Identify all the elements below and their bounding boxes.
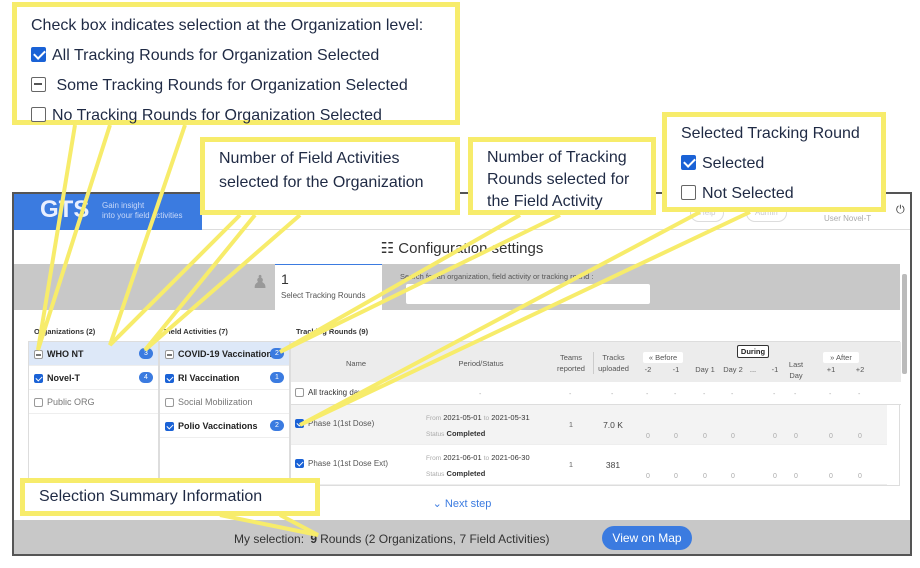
pointer-round-count	[279, 213, 561, 354]
pointer-checkbox	[36, 124, 112, 351]
callout-checkbox-legend: Check box indicates selection at the Org…	[12, 2, 460, 125]
callout-summary: Selection Summary Information	[20, 478, 320, 516]
callout-selected-round: Selected Tracking Round Selected Not Sel…	[662, 112, 886, 212]
callout-round-count: Number of Tracking Rounds selected for t…	[468, 137, 656, 215]
callout-fa-count: Number of Field Activities selected for …	[200, 137, 460, 215]
pointer-summary	[219, 513, 319, 537]
pointer-selected-round	[299, 210, 751, 427]
